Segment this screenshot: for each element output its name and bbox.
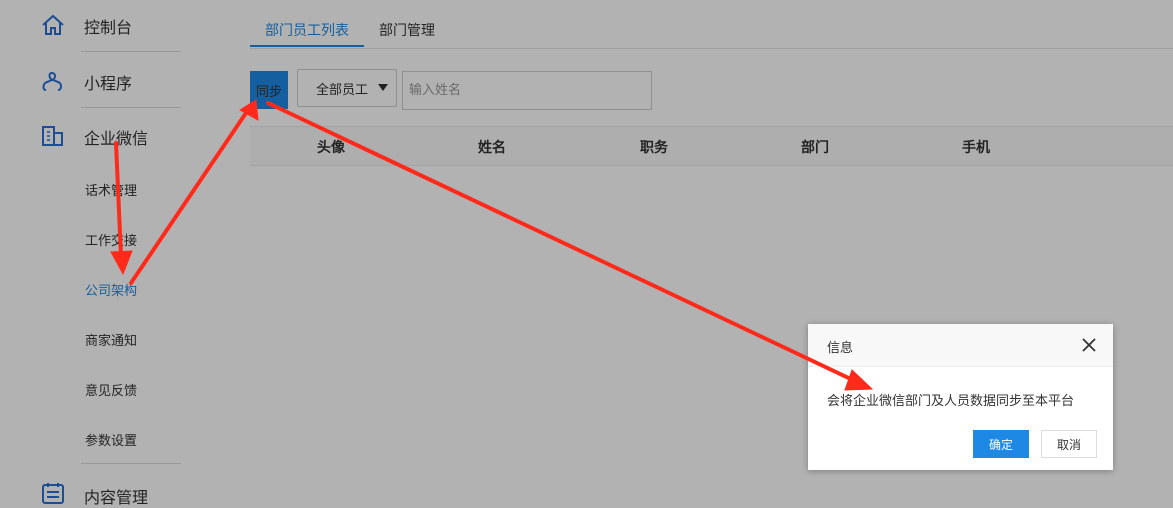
dialog-message: 会将企业微信部门及人员数据同步至本平台 [827, 394, 1075, 409]
cancel-button[interactable]: 取消 [1041, 430, 1097, 458]
info-dialog: 信息 会将企业微信部门及人员数据同步至本平台 确定 取消 [808, 324, 1113, 470]
dialog-header: 信息 [808, 324, 1113, 367]
dialog-title: 信息 [827, 341, 854, 356]
close-icon[interactable] [1081, 337, 1097, 353]
confirm-button[interactable]: 确定 [973, 430, 1029, 458]
